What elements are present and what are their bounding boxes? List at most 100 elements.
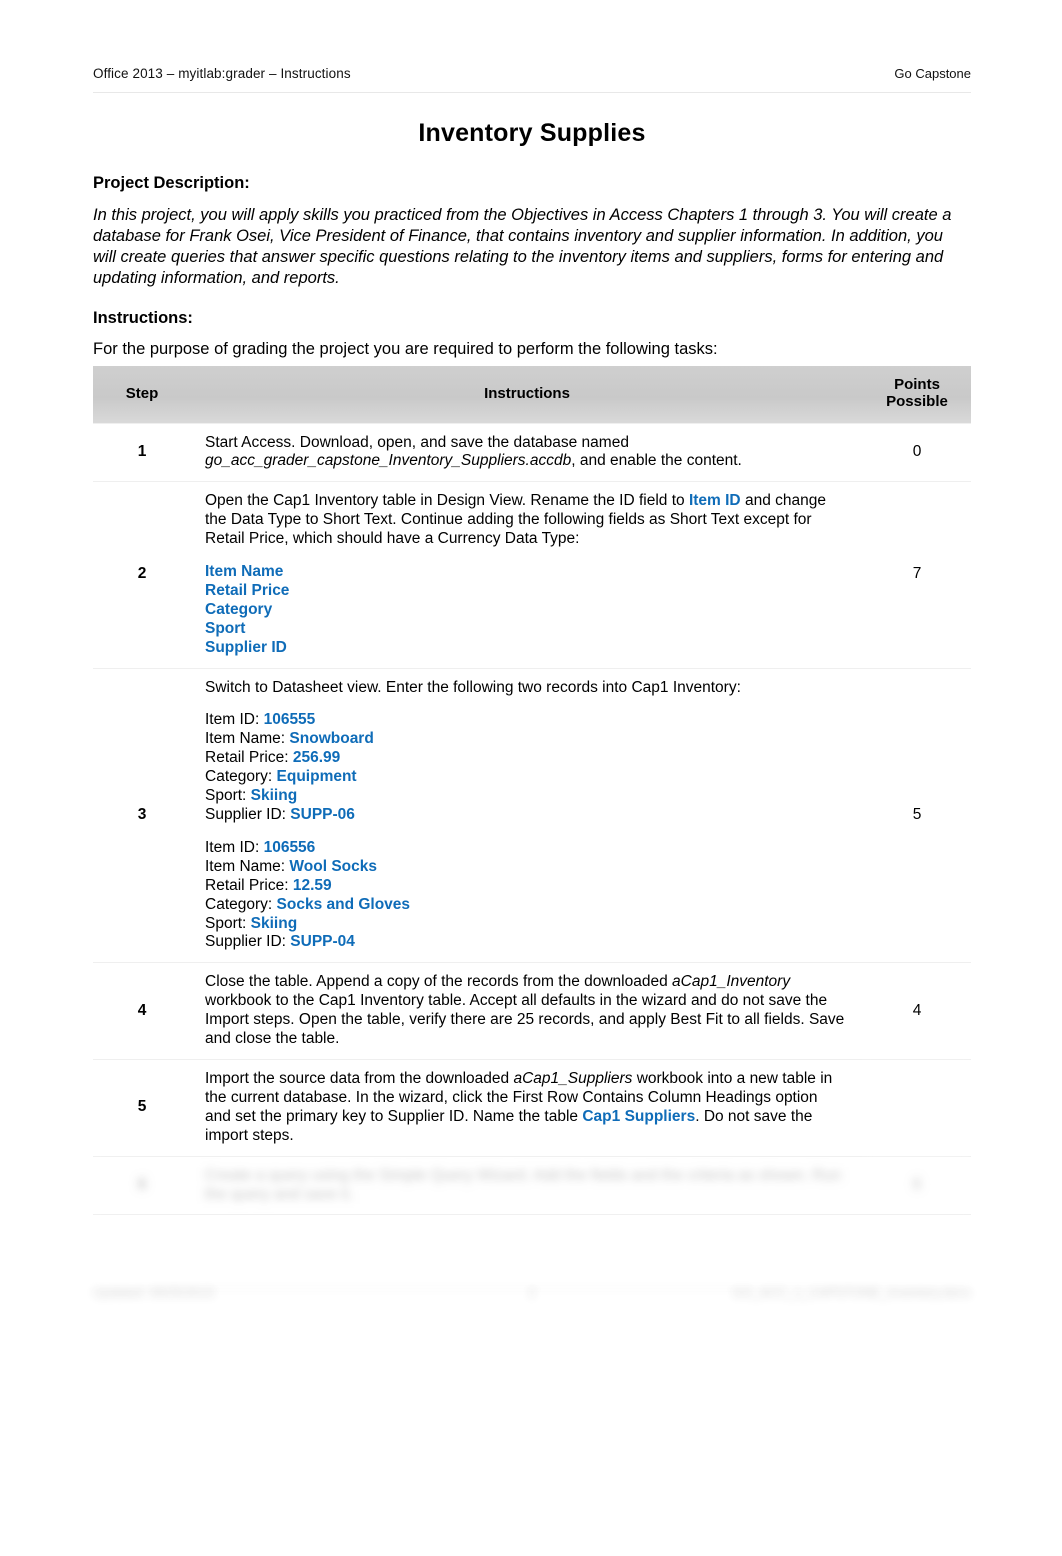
field-category: Category (205, 600, 273, 618)
step1-text-a: Start Access. Download, open, and save t… (205, 433, 629, 451)
document-header: Office 2013 – myitlab:grader – Instructi… (93, 66, 971, 81)
record-field-item-name: Item Name: Snowboard (205, 730, 845, 749)
step-points: 5 (863, 667, 971, 964)
step3-intro: Switch to Datasheet view. Enter the foll… (205, 678, 741, 696)
label-item-name: Item Name: (205, 857, 290, 875)
value-sport: Skiing (250, 914, 298, 932)
step5-text-a: Import the source data from the download… (205, 1069, 514, 1087)
step-number: 1 (93, 422, 191, 483)
field-retail-price: Retail Price (205, 581, 290, 599)
step5-highlight-table-name: Cap1 Suppliers (582, 1107, 696, 1125)
label-category: Category: (205, 895, 277, 913)
footer-right-text: GO_ACC_1_CAPSTONE_Inventory.docx (732, 1285, 971, 1300)
step4-text-a: Close the table. Append a copy of the re… (205, 973, 673, 991)
table-body: 1 Start Access. Download, open, and save… (93, 422, 971, 1216)
record-field-item-name: Item Name: Wool Socks (205, 858, 845, 877)
record-field-retail-price: Retail Price: 12.59 (205, 877, 845, 896)
step4-text-b: workbook to the Cap1 Inventory table. Ac… (205, 992, 845, 1048)
points-header-line1: Points (894, 376, 940, 393)
instructions-heading: Instructions: (93, 309, 193, 327)
step-number: 2 (93, 481, 191, 669)
instructions-table: Step Instructions Points Possible 1 Star… (93, 366, 971, 1216)
field-sport: Sport (205, 619, 246, 637)
step-number: 6 (93, 1155, 191, 1216)
header-left-text: Office 2013 – myitlab:grader – Instructi… (93, 66, 351, 81)
table-row: 3 Switch to Datasheet view. Enter the fo… (93, 667, 971, 964)
step-instruction-cell: Create a query using the Simple Query Wi… (191, 1155, 863, 1216)
step-points: 7 (863, 481, 971, 669)
step-points: 0 (863, 422, 971, 483)
footer-left-text: Updated: 09/25/2015 (93, 1285, 215, 1300)
field-supplier-id: Supplier ID (205, 638, 287, 656)
step1-filename: go_acc_grader_capstone_Inventory_Supplie… (205, 452, 572, 470)
step-instruction-cell: Import the source data from the download… (191, 1058, 863, 1157)
label-item-id: Item ID: (205, 838, 264, 856)
record-field-sport: Sport: Skiing (205, 915, 845, 934)
project-description-heading: Project Description: (93, 174, 250, 192)
value-item-id: 106555 (263, 711, 316, 729)
column-header-points: Points Possible (863, 366, 971, 423)
step-instruction-cell: Start Access. Download, open, and save t… (191, 422, 863, 483)
document-footer: Updated: 09/25/2015 2 GO_ACC_1_CAPSTONE_… (93, 1285, 971, 1300)
step2-highlight-item-id: Item ID (688, 492, 741, 510)
record-field-category: Category: Equipment (205, 768, 845, 787)
step-points (863, 1058, 971, 1157)
instructions-table-wrapper: Step Instructions Points Possible 1 Star… (93, 366, 971, 1216)
points-header-line2: Possible (886, 393, 948, 411)
label-retail-price: Retail Price: (205, 876, 293, 894)
footer-page-number: 2 (528, 1285, 536, 1300)
instructions-intro: For the purpose of grading the project y… (93, 340, 718, 358)
table-head: Step Instructions Points Possible (93, 366, 971, 423)
step3-record-2: Item ID: 106556 Item Name: Wool Socks Re… (205, 839, 845, 952)
step3-record-1: Item ID: 106555 Item Name: Snowboard Ret… (205, 711, 845, 824)
label-category: Category: (205, 768, 277, 786)
value-supplier-id: SUPP-04 (290, 933, 355, 951)
step-points: 6 (863, 1155, 971, 1216)
value-sport: Skiing (250, 787, 298, 805)
record-field-sport: Sport: Skiing (205, 787, 845, 806)
column-header-instructions: Instructions (191, 366, 863, 423)
record-field-supplier-id: Supplier ID: SUPP-04 (205, 933, 845, 952)
table-header-row: Step Instructions Points Possible (93, 366, 971, 423)
label-item-name: Item Name: (205, 730, 290, 748)
step-number: 4 (93, 962, 191, 1060)
value-item-name: Snowboard (289, 730, 374, 748)
step2-text-a: Open the Cap1 Inventory table in Design … (205, 492, 689, 510)
header-right-text: Go Capstone (894, 66, 971, 81)
value-category: Socks and Gloves (276, 895, 411, 913)
value-retail-price: 256.99 (292, 749, 341, 767)
page-title: Inventory Supplies (418, 119, 646, 147)
step2-field-list: Item Name Retail Price Category Sport Su… (205, 563, 845, 658)
step-number: 5 (93, 1058, 191, 1157)
value-supplier-id: SUPP-06 (290, 806, 355, 823)
header-divider (93, 92, 971, 93)
step4-workbook-name: aCap1_Inventory (672, 973, 791, 991)
step1-text-b: , and enable the content. (571, 452, 742, 470)
record-field-retail-price: Retail Price: 256.99 (205, 749, 845, 768)
label-sport: Sport: (205, 914, 251, 932)
label-supplier-id: Supplier ID: (205, 806, 291, 823)
record-field-category: Category: Socks and Gloves (205, 896, 845, 915)
label-retail-price: Retail Price: (205, 749, 293, 767)
table-row: 1 Start Access. Download, open, and save… (93, 422, 971, 483)
step-instruction-cell: Open the Cap1 Inventory table in Design … (191, 481, 863, 669)
step5-workbook-name: aCap1_Suppliers (513, 1069, 633, 1087)
step-instruction-cell: Switch to Datasheet view. Enter the foll… (191, 667, 863, 964)
project-description-text: In this project, you will apply skills y… (93, 206, 952, 288)
document-page: Office 2013 – myitlab:grader – Instructi… (0, 0, 1062, 1556)
step-number: 3 (93, 667, 191, 964)
step-points: 4 (863, 962, 971, 1060)
value-retail-price: 12.59 (292, 876, 332, 894)
label-sport: Sport: (205, 787, 251, 805)
label-item-id: Item ID: (205, 711, 264, 729)
record-field-item-id: Item ID: 106555 (205, 711, 845, 730)
field-item-name: Item Name (205, 563, 284, 581)
table-row: 2 Open the Cap1 Inventory table in Desig… (93, 481, 971, 669)
label-supplier-id: Supplier ID: (205, 933, 291, 951)
record-field-supplier-id: Supplier ID: SUPP-06 (205, 806, 845, 825)
table-row: 6 Create a query using the Simple Query … (93, 1155, 971, 1216)
value-category: Equipment (276, 768, 357, 786)
table-row: 4 Close the table. Append a copy of the … (93, 962, 971, 1060)
